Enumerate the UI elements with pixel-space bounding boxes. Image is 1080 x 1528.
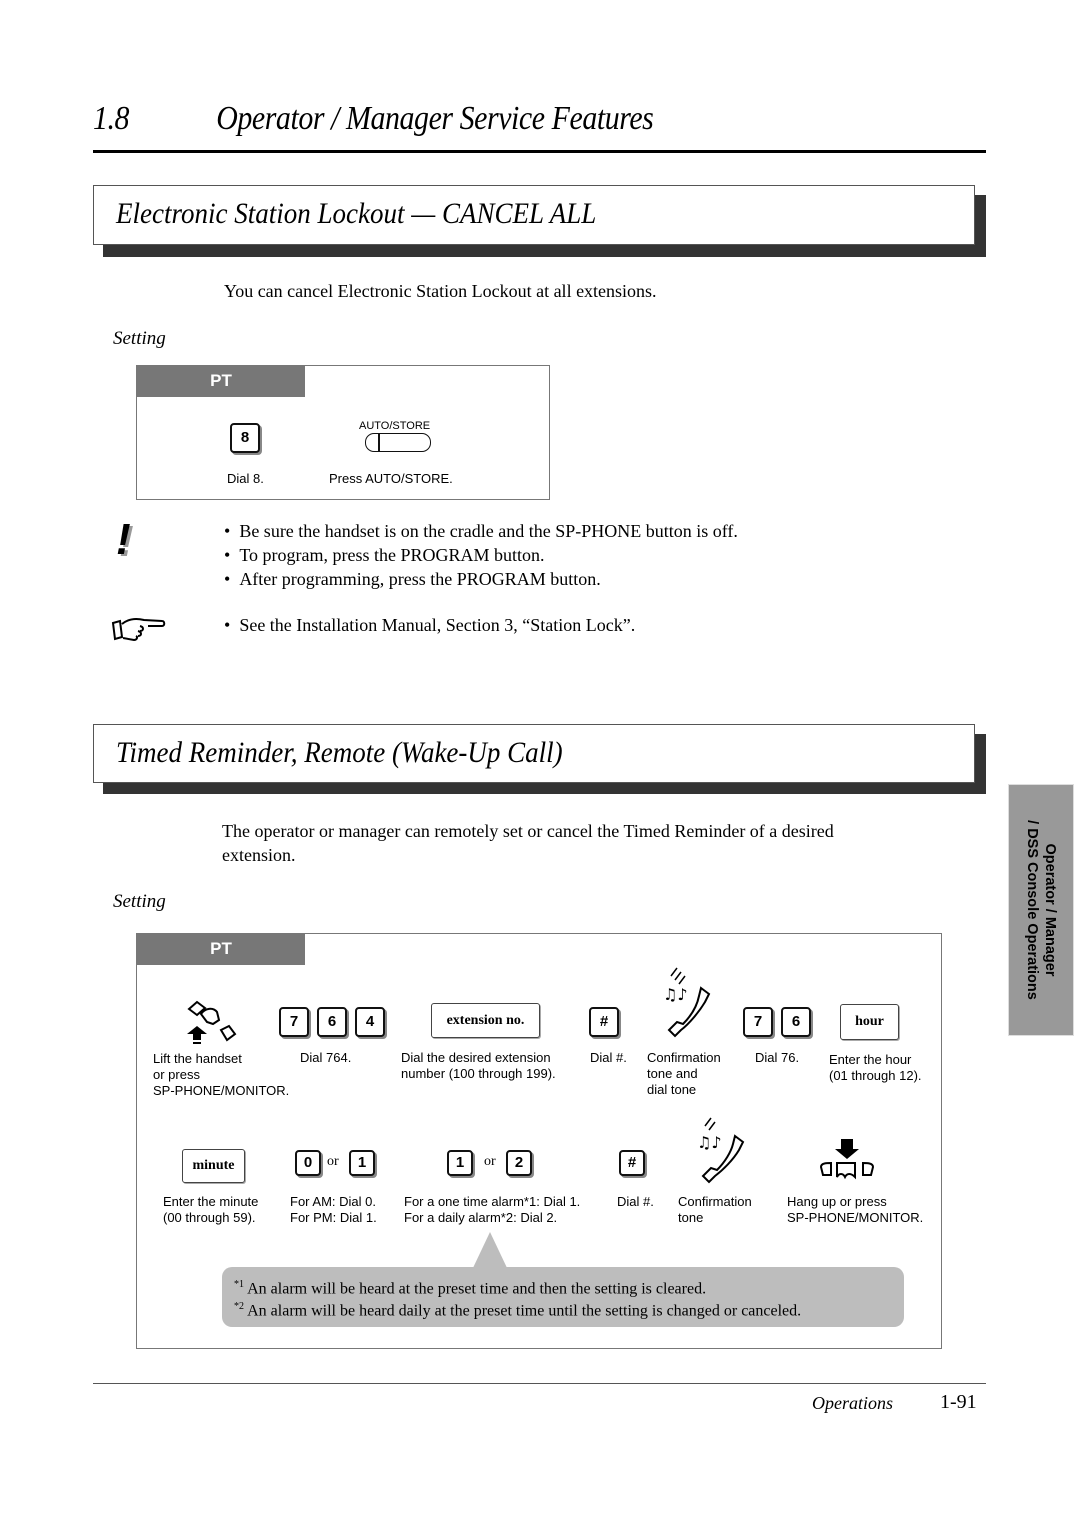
svg-text:♫♪: ♫♪	[697, 1133, 722, 1152]
step-caption: Hang up or press SP-PHONE/MONITOR.	[787, 1194, 924, 1225]
step-caption: Dial 8.	[227, 471, 264, 486]
setting-label: Setting	[113, 328, 166, 349]
dial-key-2[interactable]: 2	[506, 1150, 532, 1176]
side-section-tab[interactable]: Operator / Manager / DSS Console Operati…	[1008, 784, 1074, 1036]
step-caption: For AM: Dial 0. For PM: Dial 1.	[290, 1194, 377, 1225]
dial-key-4[interactable]: 4	[355, 1007, 385, 1037]
footnote-bubble: *1 An alarm will be heard at the preset …	[222, 1267, 904, 1327]
caution-item: • To program, press the PROGRAM button.	[224, 545, 545, 565]
dial-key-hash[interactable]: #	[619, 1150, 645, 1176]
hang-up-icon	[817, 1137, 877, 1188]
page-number: 1-91	[940, 1391, 977, 1413]
hour-field[interactable]: hour	[840, 1004, 899, 1040]
step-caption: Enter the hour (01 through 12).	[829, 1052, 922, 1083]
step-caption: Lift the handset or press SP-PHONE/MONITOR…	[153, 1051, 290, 1098]
chapter-rule	[93, 150, 986, 153]
side-tab-line1: Operator / Manager	[1042, 843, 1058, 977]
dial-key-1[interactable]: 1	[447, 1150, 473, 1176]
or-label: or	[327, 1154, 339, 1169]
note-pointer	[472, 1232, 508, 1270]
chapter-title: Operator / Manager Service Features	[216, 100, 654, 137]
dial-key-7[interactable]: 7	[743, 1007, 773, 1037]
caution-item: • After programming, press the PROGRAM b…	[224, 569, 601, 589]
chapter-number: 1.8	[93, 100, 130, 137]
extension-number-field[interactable]: extension no.	[431, 1003, 540, 1038]
section1-title: Electronic Station Lockout — CANCEL ALL	[116, 197, 597, 230]
step-caption: Dial the desired extension number (100 th…	[401, 1050, 556, 1081]
dial-key-hash[interactable]: #	[589, 1007, 619, 1037]
setting-label: Setting	[113, 891, 166, 912]
step-caption: Dial #.	[617, 1194, 654, 1209]
pt-procedure-box: PT 8 Dial 8. AUTO/STORE Press AUTO/STORE…	[136, 365, 550, 500]
caution-item: • Be sure the handset is on the cradle a…	[224, 521, 738, 541]
section2-title-box: Timed Reminder, Remote (Wake-Up Call)	[93, 724, 975, 783]
dial-key-8[interactable]: 8	[230, 423, 260, 453]
step-caption: Enter the minute (00 through 59).	[163, 1194, 259, 1225]
step-caption: Press AUTO/STORE.	[329, 471, 453, 486]
chapter-heading: 1.8 Operator / Manager Service Features	[93, 100, 654, 138]
dial-key-6[interactable]: 6	[317, 1007, 347, 1037]
step-caption: Dial 764.	[300, 1050, 352, 1065]
section1-intro: You can cancel Electronic Station Lockou…	[224, 281, 657, 301]
exclamation-icon: !	[116, 515, 131, 564]
pt-tab: PT	[137, 366, 305, 397]
pointing-hand-icon	[110, 615, 166, 648]
auto-store-button[interactable]	[365, 433, 431, 452]
confirmation-tone-icon: ♫♪	[659, 964, 719, 1045]
step-caption: For a one time alarm*1: Dial 1. For a dai…	[404, 1194, 581, 1225]
dial-key-7[interactable]: 7	[279, 1007, 309, 1037]
step-caption: Confirmation tone	[678, 1194, 752, 1225]
minute-field[interactable]: minute	[182, 1149, 245, 1183]
section2-intro-line2: extension.	[222, 845, 296, 865]
auto-store-label: AUTO/STORE	[359, 420, 431, 432]
confirmation-tone-icon: ♫♪	[693, 1116, 753, 1191]
footer-section: Operations	[812, 1393, 893, 1413]
section1-title-box: Electronic Station Lockout — CANCEL ALL	[93, 185, 975, 245]
section2-intro-line1: The operator or manager can remotely set…	[222, 821, 834, 841]
dial-key-1[interactable]: 1	[349, 1150, 375, 1176]
reference-item: • See the Installation Manual, Section 3…	[224, 615, 636, 635]
footnote-2: *2 An alarm will be heard daily at the p…	[234, 1301, 802, 1320]
svg-text:♫♪: ♫♪	[663, 985, 688, 1004]
pt-tab: PT	[137, 934, 305, 965]
lift-handset-icon	[183, 1000, 239, 1051]
dial-key-6[interactable]: 6	[781, 1007, 811, 1037]
step-caption: Confirmation tone and dial tone	[647, 1050, 721, 1097]
dial-key-0[interactable]: 0	[295, 1150, 321, 1176]
step-caption: Dial #.	[590, 1050, 627, 1065]
step-caption: Dial 76.	[755, 1050, 800, 1065]
section2-title: Timed Reminder, Remote (Wake-Up Call)	[116, 736, 563, 769]
or-label: or	[484, 1154, 496, 1169]
footer-rule	[93, 1383, 986, 1384]
side-tab-line2: / DSS Console Operations	[1024, 820, 1040, 1000]
